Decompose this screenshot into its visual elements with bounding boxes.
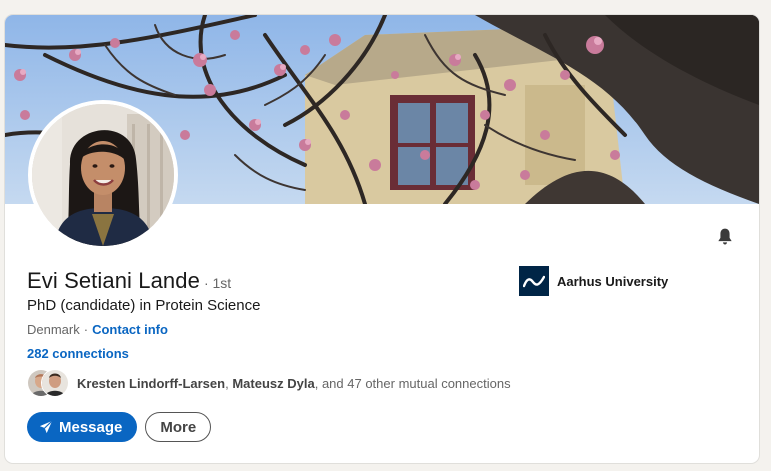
name-row: Evi Setiani Lande · 1st xyxy=(27,268,231,294)
connections-link[interactable]: 282 connections xyxy=(27,346,129,361)
organization-name: Aarhus University xyxy=(557,273,669,289)
notification-bell-button[interactable] xyxy=(713,225,737,249)
action-buttons: Message More xyxy=(27,412,212,442)
organization-link[interactable]: Aarhus University xyxy=(519,266,668,296)
more-button[interactable]: More xyxy=(145,412,212,442)
mutual-name-2: Mateusz Dyla xyxy=(232,375,315,391)
profile-location: Denmark xyxy=(27,322,80,337)
message-button-label: Message xyxy=(59,418,123,436)
aarhus-university-logo xyxy=(519,266,549,296)
mutual-comma: , xyxy=(225,375,229,391)
contact-info-link[interactable]: Contact info xyxy=(92,322,168,337)
profile-headline: PhD (candidate) in Protein Science xyxy=(27,297,261,314)
mutual-name-1: Kresten Lindorff-Larsen xyxy=(77,375,226,391)
mutual-avatar-2 xyxy=(41,369,69,397)
mutual-connections-text[interactable]: Kresten Lindorff-Larsen, Mateusz Dyla, a… xyxy=(77,376,511,391)
more-button-label: More xyxy=(160,418,197,436)
mutual-avatars xyxy=(27,369,69,397)
mutual-comma-2: , xyxy=(314,375,319,391)
profile-photo[interactable] xyxy=(28,100,178,250)
connection-degree: · 1st xyxy=(203,275,232,291)
profile-card: Evi Setiani Lande · 1st PhD (candidate) … xyxy=(5,15,759,463)
send-icon xyxy=(39,420,53,434)
profile-name: Evi Setiani Lande xyxy=(27,268,200,293)
mutual-rest: and 47 other mutual connections xyxy=(321,375,511,391)
bell-icon xyxy=(718,228,732,245)
mutual-connections-row[interactable]: Kresten Lindorff-Larsen, Mateusz Dyla, a… xyxy=(27,369,511,397)
location-separator: · xyxy=(83,322,89,337)
message-button[interactable]: Message xyxy=(27,412,138,442)
location-row: Denmark · Contact info xyxy=(27,322,168,337)
